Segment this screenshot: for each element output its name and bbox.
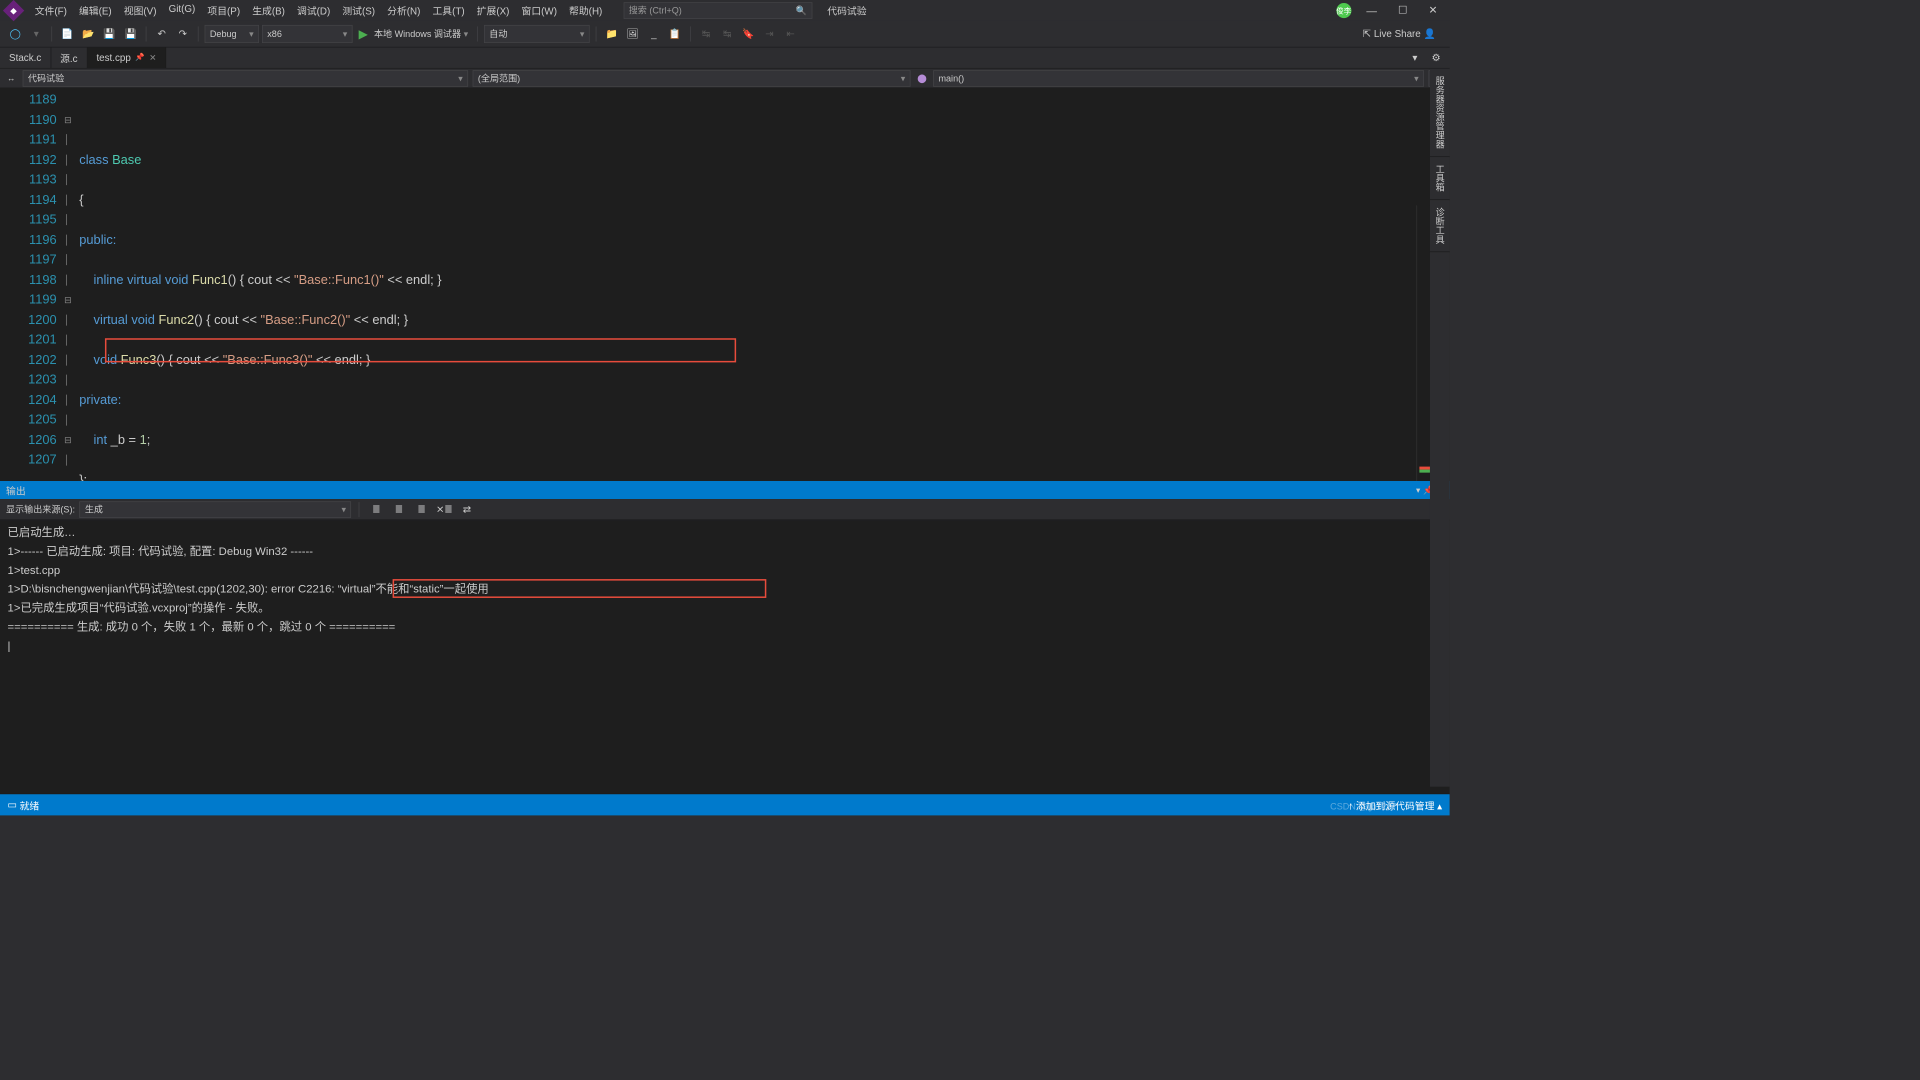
output-title: 输出	[6, 483, 26, 497]
tool-icon[interactable]: 📁	[603, 25, 621, 43]
output-toolbar: 显示输出来源(S): 生成▾ ≣ ≣ ≣ ⨯≣ ⇄	[0, 499, 1450, 520]
liveshare-button[interactable]: ⇱ Live Share 👤	[1355, 28, 1444, 40]
tool-icon[interactable]: ≣	[390, 500, 408, 518]
back-button[interactable]: ◯	[6, 25, 24, 43]
tool-icon[interactable]: ⇥	[760, 25, 778, 43]
main-menu: 文件(F) 编辑(E) 视图(V) Git(G) 项目(P) 生成(B) 调试(…	[29, 0, 609, 20]
tool-icon[interactable]: ≣	[412, 500, 430, 518]
settings-icon[interactable]: ⚙	[1427, 49, 1445, 67]
tool-icon[interactable]: ⇄	[458, 500, 476, 518]
bookmark-icon[interactable]: 🔖	[739, 25, 757, 43]
user-avatar[interactable]: 俊李	[1336, 3, 1351, 18]
clear-icon[interactable]: ⨯≣	[435, 500, 453, 518]
undo-button[interactable]: ↶	[153, 25, 171, 43]
separator	[198, 26, 199, 41]
menu-project[interactable]: 项目(P)	[201, 0, 246, 20]
tab-source-c[interactable]: 源.c	[51, 48, 87, 68]
search-icon: 🔍	[796, 5, 807, 16]
menu-debug[interactable]: 调试(D)	[291, 0, 336, 20]
statusbar: ▭ 就绪 ↑ 添加到源代码管理 ▴ CSDN @ijh1267	[0, 794, 1450, 815]
open-button[interactable]: 📂	[79, 25, 97, 43]
tool-icon[interactable]: 📋	[666, 25, 684, 43]
separator	[359, 502, 360, 517]
auto-combo[interactable]: 自动▾	[484, 25, 590, 43]
pin-icon[interactable]: ▾	[1416, 485, 1420, 495]
separator	[690, 26, 691, 41]
watermark: CSDN @ijh1267	[1330, 801, 1397, 812]
function-combo[interactable]: main()▾	[933, 70, 1424, 87]
menu-build[interactable]: 生成(B)	[246, 0, 291, 20]
search-input[interactable]: 搜索 (Ctrl+Q) 🔍	[623, 2, 812, 19]
output-source-label: 显示输出来源(S):	[6, 503, 75, 516]
code-navbar: ↔ 代码试验▾ (全局范围)▾ ⬤ main()▾ ✚	[0, 69, 1450, 89]
vs-logo-icon: ◆	[3, 0, 24, 21]
line-gutter: 1189119011911192119311941195119611971198…	[0, 88, 64, 481]
user-icon: 👤	[1424, 28, 1436, 40]
config-combo[interactable]: Debug▾	[205, 25, 259, 43]
menu-test[interactable]: 测试(S)	[336, 0, 381, 20]
side-server-explorer[interactable]: 服务器资源管理器	[1430, 69, 1450, 157]
new-item-button[interactable]: 📄	[58, 25, 76, 43]
redo-button[interactable]: ↷	[174, 25, 192, 43]
tool-icon[interactable]: ↹	[718, 25, 736, 43]
menu-analyze[interactable]: 分析(N)	[381, 0, 426, 20]
side-toolbox[interactable]: 工具箱	[1430, 157, 1450, 200]
save-all-button[interactable]: 💾	[122, 25, 140, 43]
output-body[interactable]: 已启动生成… 1>------ 已启动生成: 项目: 代码试验, 配置: Deb…	[0, 520, 1450, 793]
tool-icon[interactable]: ⇤	[781, 25, 799, 43]
code-editor[interactable]: 1189119011911192119311941195119611971198…	[0, 88, 1450, 481]
close-button[interactable]: ✕	[1423, 1, 1444, 20]
titlebar: ◆ 文件(F) 编辑(E) 视图(V) Git(G) 项目(P) 生成(B) 调…	[0, 0, 1450, 20]
minimap[interactable]	[1416, 205, 1430, 481]
menu-help[interactable]: 帮助(H)	[563, 0, 608, 20]
debugger-button[interactable]: 本地 Windows 调试器 ▾	[371, 27, 471, 40]
output-source-combo[interactable]: 生成▾	[80, 501, 352, 518]
close-icon[interactable]: ✕	[149, 53, 156, 63]
menu-git[interactable]: Git(G)	[163, 0, 202, 20]
separator	[51, 26, 52, 41]
tool-icon[interactable]: ↹	[697, 25, 715, 43]
side-diagnostics[interactable]: 诊断工具	[1430, 200, 1450, 252]
tab-dropdown-icon[interactable]: ▾	[1406, 49, 1424, 67]
tab-stack-c[interactable]: Stack.c	[0, 48, 51, 68]
separator	[596, 26, 597, 41]
scope-combo[interactable]: 代码试验▾	[23, 70, 468, 87]
tool-icon[interactable]: 🖼	[624, 25, 642, 43]
maximize-button[interactable]: ☐	[1392, 1, 1414, 20]
app-title: 代码试验	[827, 3, 866, 17]
platform-combo[interactable]: x86▾	[262, 25, 353, 43]
status-ready: 就绪	[20, 798, 40, 812]
menu-file[interactable]: 文件(F)	[29, 0, 73, 20]
menu-view[interactable]: 视图(V)	[118, 0, 163, 20]
menu-window[interactable]: 窗口(W)	[515, 0, 563, 20]
side-panels: 服务器资源管理器 工具箱 诊断工具	[1430, 69, 1450, 787]
menu-extensions[interactable]: 扩展(X)	[471, 0, 516, 20]
fold-gutter[interactable]: ⊟││││││││⊟││││││⊟│	[64, 88, 78, 481]
play-icon[interactable]: ▶	[359, 26, 368, 41]
code-body[interactable]: class Base { public: inline virtual void…	[78, 88, 1450, 481]
member-combo[interactable]: (全局范围)▾	[473, 70, 911, 87]
separator	[477, 26, 478, 41]
search-placeholder: 搜索 (Ctrl+Q)	[629, 4, 682, 17]
status-ready-icon: ▭	[8, 799, 17, 811]
toolbar: ◯ ▾ 📄 📂 💾 💾 ↶ ↷ Debug▾ x86▾ ▶ 本地 Windows…	[0, 20, 1450, 47]
menu-edit[interactable]: 编辑(E)	[73, 0, 118, 20]
output-panel-header[interactable]: 输出 ▾ 📌 ✕	[0, 481, 1450, 499]
function-icon: ⬤	[915, 71, 929, 85]
tool-icon[interactable]: _	[645, 25, 663, 43]
nav-icon[interactable]: ↔	[5, 71, 19, 85]
forward-button[interactable]: ▾	[27, 25, 45, 43]
minimize-button[interactable]: ―	[1360, 1, 1383, 19]
tab-test-cpp[interactable]: test.cpp📌✕	[87, 48, 166, 68]
tool-icon[interactable]: ≣	[367, 500, 385, 518]
separator	[146, 26, 147, 41]
menu-tools[interactable]: 工具(T)	[426, 0, 470, 20]
liveshare-icon: ⇱	[1363, 28, 1371, 40]
editor-tabs: Stack.c 源.c test.cpp📌✕ ▾ ⚙	[0, 48, 1450, 69]
pin-icon[interactable]: 📌	[135, 54, 144, 62]
marker	[1419, 470, 1430, 473]
save-button[interactable]: 💾	[100, 25, 118, 43]
